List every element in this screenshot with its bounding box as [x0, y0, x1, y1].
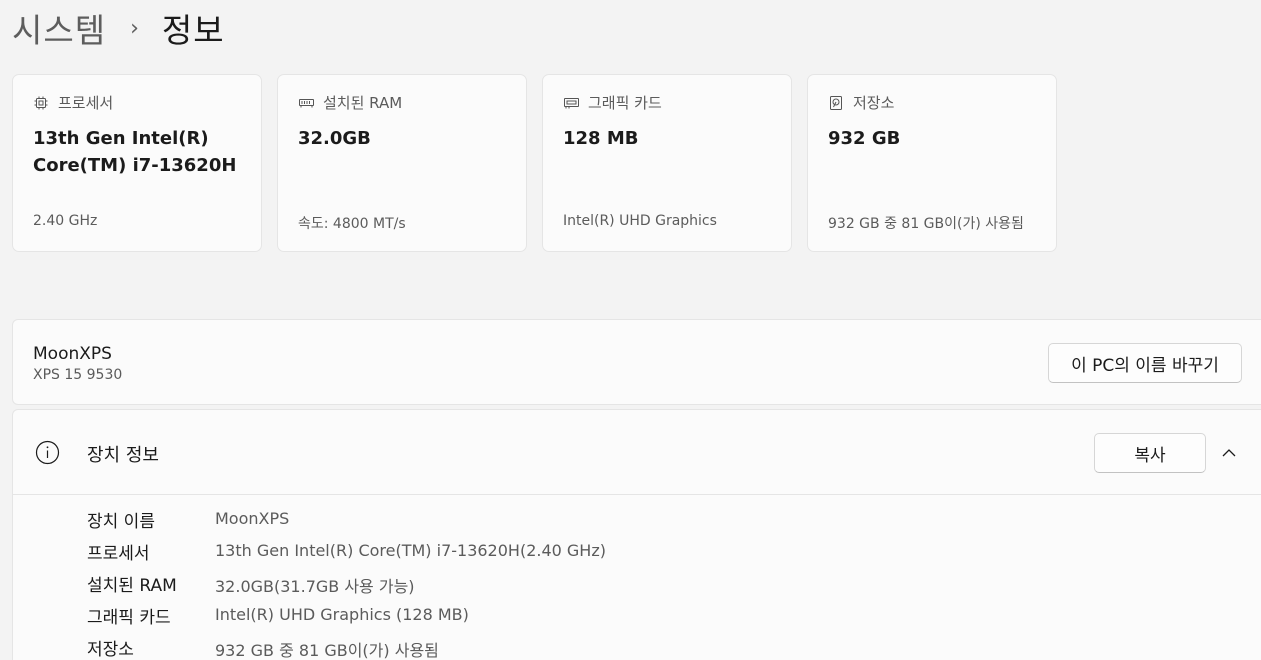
rename-pc-button[interactable]: 이 PC의 이름 바꾸기 — [1048, 343, 1242, 383]
ram-icon — [298, 95, 314, 111]
row-value: 32.0GB(31.7GB 사용 가능) — [215, 577, 415, 596]
spec-value: 128 MB — [563, 128, 639, 149]
chevron-up-icon[interactable] — [1221, 445, 1237, 461]
spec-value: 13th Gen Intel(R) Core(TM) i7-13620H — [33, 128, 237, 176]
row-label: 장치 이름 — [87, 512, 155, 532]
spec-card-processor: 프로세서 13th Gen Intel(R) Core(TM) i7-13620… — [12, 74, 262, 252]
spec-value: 32.0GB — [298, 128, 371, 149]
spec-label: 설치된 RAM — [323, 94, 403, 112]
spec-label: 저장소 — [853, 94, 895, 112]
spec-card-graphics: 그래픽 카드 128 MB Intel(R) UHD Graphics — [542, 74, 792, 252]
pc-name-section: MoonXPS XPS 15 9530 이 PC의 이름 바꾸기 — [12, 319, 1261, 405]
spec-label: 프로세서 — [58, 94, 114, 112]
breadcrumb-separator-icon: › — [130, 15, 140, 41]
copy-button[interactable]: 복사 — [1094, 433, 1206, 473]
spec-detail: 2.40 GHz — [33, 213, 98, 229]
row-label: 그래픽 카드 — [87, 608, 171, 628]
info-icon — [35, 440, 60, 465]
spec-detail: Intel(R) UHD Graphics — [563, 213, 717, 229]
about-page: 시스템 › 정보 프로세서 13th Gen Intel(R) Core(TM)… — [0, 0, 1261, 660]
spec-detail: 속도: 4800 MT/s — [298, 216, 406, 232]
spec-card-storage: 저장소 932 GB 932 GB 중 81 GB이(가) 사용됨 — [807, 74, 1057, 252]
row-value: MoonXPS — [215, 509, 290, 528]
row-label: 설치된 RAM — [87, 576, 177, 596]
spec-detail: 932 GB 중 81 GB이(가) 사용됨 — [828, 216, 1024, 232]
storage-icon — [828, 95, 844, 111]
pc-name: MoonXPS — [33, 344, 112, 364]
breadcrumb-system[interactable]: 시스템 — [12, 4, 106, 52]
breadcrumb: 시스템 › 정보 — [12, 3, 225, 53]
page-title: 정보 — [161, 11, 225, 50]
graphics-card-icon — [563, 95, 579, 111]
spec-value: 932 GB — [828, 128, 901, 149]
pc-model: XPS 15 9530 — [33, 367, 123, 383]
row-value: 13th Gen Intel(R) Core(TM) i7-13620H(2.4… — [215, 541, 606, 560]
spec-card-ram: 설치된 RAM 32.0GB 속도: 4800 MT/s — [277, 74, 527, 252]
row-label: 프로세서 — [87, 544, 150, 564]
row-value: Intel(R) UHD Graphics (128 MB) — [215, 605, 469, 624]
device-info-header[interactable]: 장치 정보 복사 — [13, 410, 1261, 495]
row-label: 저장소 — [87, 640, 134, 660]
device-info-title: 장치 정보 — [87, 445, 159, 466]
row-value: 932 GB 중 81 GB이(가) 사용됨 — [215, 641, 439, 660]
spec-label: 그래픽 카드 — [588, 94, 662, 112]
device-info-panel: 장치 정보 복사 장치 이름 MoonXPS 프로세서 13th Gen Int… — [12, 409, 1261, 660]
processor-icon — [33, 95, 49, 111]
